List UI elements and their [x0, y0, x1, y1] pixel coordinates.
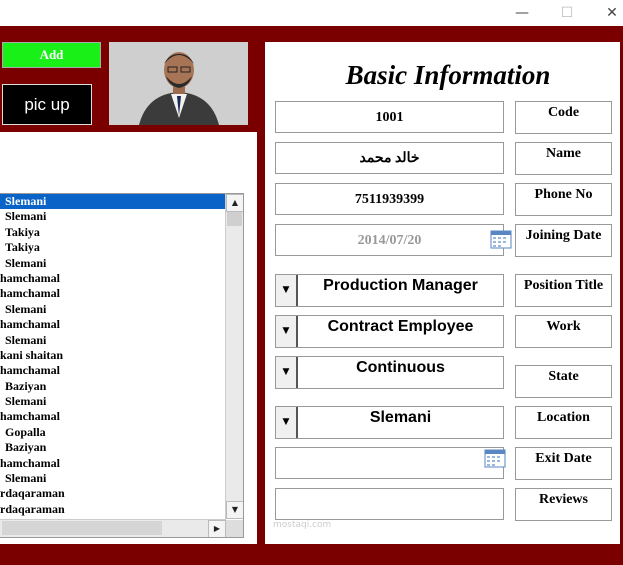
- list-item[interactable]: Baziyan: [0, 440, 243, 455]
- pic-up-button[interactable]: pic up: [2, 84, 92, 125]
- list-item[interactable]: Baziyan: [0, 379, 243, 394]
- work-combo[interactable]: ▼ Contract Employee: [275, 315, 504, 348]
- list-item[interactable]: Slemani: [0, 302, 243, 317]
- list-item[interactable]: Slemani: [0, 394, 243, 409]
- name-field[interactable]: خالد محمد: [275, 142, 504, 174]
- list-item[interactable]: hamchamal: [0, 409, 243, 424]
- list-item[interactable]: Slemani: [0, 471, 243, 486]
- exit-date-label: Exit Date: [515, 447, 612, 480]
- minimize-button[interactable]: —: [507, 2, 537, 24]
- dropdown-arrow-icon[interactable]: ▼: [276, 357, 298, 388]
- state-value: Continuous: [356, 359, 445, 376]
- name-label: Name: [515, 142, 612, 175]
- position-combo[interactable]: ▼ Production Manager: [275, 274, 504, 307]
- scroll-thumb[interactable]: [227, 212, 242, 226]
- list-item[interactable]: hamchamal: [0, 363, 243, 378]
- calendar-icon[interactable]: [484, 448, 506, 468]
- close-button[interactable]: ✕: [597, 2, 623, 24]
- state-combo[interactable]: ▼ Continuous: [275, 356, 504, 389]
- dropdown-arrow-icon[interactable]: ▼: [276, 407, 298, 438]
- dropdown-arrow-icon[interactable]: ▼: [276, 316, 298, 347]
- list-item[interactable]: Gopalla: [0, 425, 243, 440]
- location-list[interactable]: Slemani Slemani Takiya Takiya Slemani hamcham…: [0, 193, 244, 538]
- joining-date-field[interactable]: 2014/07/20: [275, 224, 504, 256]
- joining-date-label: Joining Date: [515, 224, 612, 257]
- bottom-border: [0, 548, 623, 565]
- scroll-down-icon[interactable]: ▼: [226, 501, 243, 519]
- list-item[interactable]: hamchamal: [0, 286, 243, 301]
- phone-label: Phone No: [515, 183, 612, 216]
- list-item[interactable]: hamchamal: [0, 271, 243, 286]
- list-item[interactable]: Takiya: [0, 225, 243, 240]
- calendar-icon[interactable]: [490, 229, 512, 249]
- list-item[interactable]: Slemani: [0, 333, 243, 348]
- code-label: Code: [515, 101, 612, 134]
- location-value: Slemani: [369, 409, 432, 426]
- location-combo[interactable]: ▼ Slemani: [275, 406, 504, 439]
- position-value: Production Manager: [323, 277, 478, 294]
- list-items-container: Slemani Slemani Takiya Takiya Slemani hamcham…: [0, 194, 243, 517]
- list-item[interactable]: Slemani: [0, 256, 243, 271]
- list-item[interactable]: rdaqaraman: [0, 502, 243, 517]
- reviews-label: Reviews: [515, 488, 612, 521]
- horizontal-scrollbar[interactable]: ▶: [0, 519, 226, 537]
- vertical-scrollbar[interactable]: ▲ ▼: [225, 194, 243, 519]
- phone-field[interactable]: 7511939399: [275, 183, 504, 215]
- list-item[interactable]: hamchamal: [0, 317, 243, 332]
- exit-date-field[interactable]: [275, 447, 504, 479]
- form-title: Basic Information: [345, 60, 551, 90]
- list-item[interactable]: hamchamal: [0, 456, 243, 471]
- title-bar: — ☐ ✕: [0, 0, 623, 26]
- location-label: Location: [515, 406, 612, 439]
- list-item[interactable]: Slemani: [0, 194, 243, 210]
- scroll-right-icon[interactable]: ▶: [208, 520, 226, 537]
- scroll-up-icon[interactable]: ▲: [226, 194, 243, 212]
- hscroll-thumb[interactable]: [2, 521, 162, 535]
- person-photo-icon: [109, 42, 248, 125]
- position-label: Position Title: [515, 274, 612, 307]
- list-item[interactable]: Takiya: [0, 240, 243, 255]
- state-label: State: [515, 365, 612, 398]
- maximize-button[interactable]: ☐: [552, 2, 582, 24]
- watermark: mostaqi.com: [273, 520, 332, 530]
- list-item[interactable]: kani shaitan: [0, 348, 243, 363]
- dropdown-arrow-icon[interactable]: ▼: [276, 275, 298, 306]
- reviews-field[interactable]: [275, 488, 504, 520]
- employee-photo: [109, 42, 248, 125]
- scrollbar-corner: [226, 520, 243, 537]
- list-item[interactable]: Slemani: [0, 209, 243, 224]
- list-item[interactable]: rdaqaraman: [0, 486, 243, 501]
- code-field[interactable]: 1001: [275, 101, 504, 133]
- work-value: Contract Employee: [327, 318, 474, 335]
- work-label: Work: [515, 315, 612, 348]
- add-button[interactable]: Add: [2, 42, 101, 68]
